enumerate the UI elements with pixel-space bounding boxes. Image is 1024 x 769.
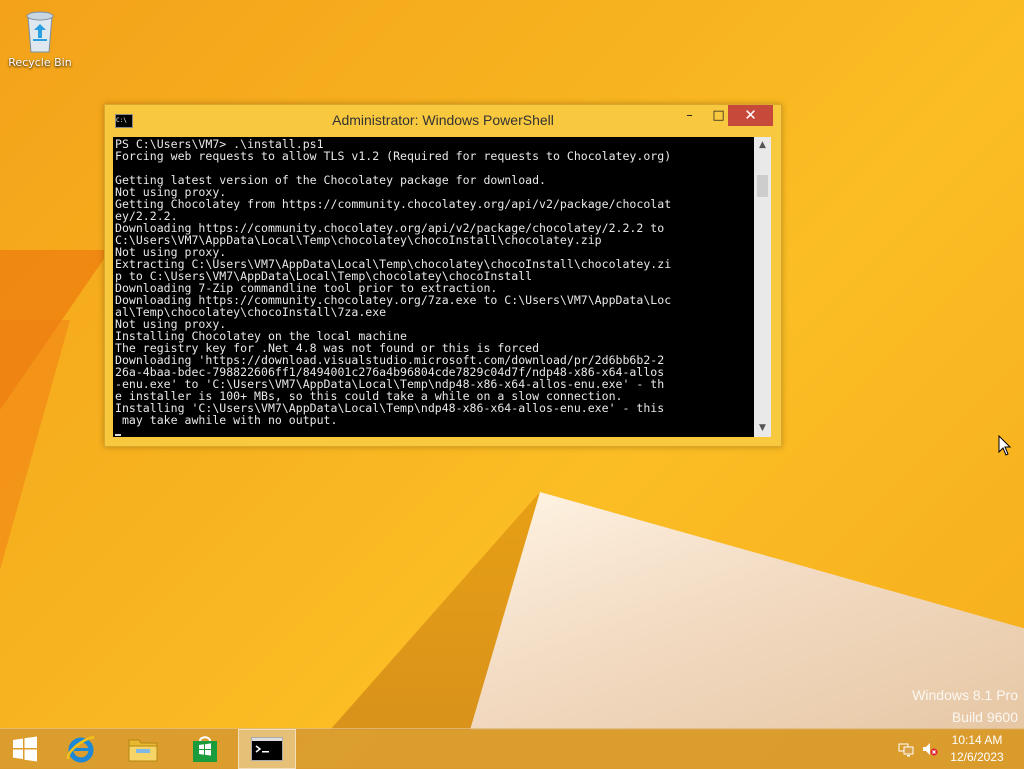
watermark-build: Build 9600 <box>951 709 1018 725</box>
desktop-icon-label: Recycle Bin <box>8 56 72 69</box>
taskbar: 10:14 AM 12/6/2023 <box>0 728 1024 769</box>
internet-explorer-icon <box>66 735 95 763</box>
watermark-edition: Windows 8.1 Pro <box>912 687 1018 703</box>
console-text: PS C:\Users\VM7> .\install.ps1 Forcing w… <box>113 137 754 437</box>
start-button[interactable] <box>0 729 50 769</box>
file-explorer-icon <box>128 739 158 762</box>
scroll-up-arrow-icon[interactable]: ▲ <box>754 137 771 154</box>
scroll-down-arrow-icon[interactable]: ▼ <box>754 420 771 437</box>
console-output[interactable]: PS C:\Users\VM7> .\install.ps1 Forcing w… <box>113 137 754 437</box>
vertical-scrollbar[interactable]: ▲ ▼ <box>754 137 771 437</box>
file-explorer-button[interactable] <box>114 729 172 769</box>
console-line: may take awhile with no output. <box>115 413 338 427</box>
minimize-button[interactable]: – <box>675 105 704 126</box>
os-watermark: Windows 8.1 Pro Build 9600 <box>912 684 1018 728</box>
wallpaper-shape <box>0 320 70 570</box>
console-line: Getting Chocolatey from https://communit… <box>115 197 672 211</box>
scrollbar-thumb[interactable] <box>757 175 768 197</box>
store-button[interactable] <box>176 729 234 769</box>
powershell-window[interactable]: C:\ Administrator: Windows PowerShell – … <box>104 104 782 447</box>
clock-date: 12/6/2023 <box>950 750 1004 764</box>
clock-time: 10:14 AM <box>951 733 1003 747</box>
window-titlebar[interactable]: C:\ Administrator: Windows PowerShell – … <box>105 105 781 137</box>
store-icon <box>193 736 217 762</box>
windows-logo-icon <box>13 736 37 762</box>
volume-muted-icon[interactable] <box>922 741 938 757</box>
command-prompt-icon <box>251 737 283 761</box>
console-line: Forcing web requests to allow TLS v1.2 (… <box>115 149 672 163</box>
close-button[interactable]: ✕ <box>728 105 773 126</box>
desktop-icon-recycle-bin[interactable]: Recycle Bin <box>6 6 74 69</box>
network-icon[interactable] <box>898 741 914 757</box>
powershell-taskbar-button[interactable] <box>238 729 296 769</box>
mouse-pointer-icon <box>998 435 1012 456</box>
internet-explorer-button[interactable] <box>52 729 110 769</box>
taskbar-clock[interactable]: 10:14 AM 12/6/2023 <box>942 732 1012 766</box>
wallpaper-shape <box>0 250 110 410</box>
recycle-bin-icon <box>20 6 60 54</box>
console-cursor <box>115 434 121 436</box>
wallpaper-shape <box>330 492 560 730</box>
